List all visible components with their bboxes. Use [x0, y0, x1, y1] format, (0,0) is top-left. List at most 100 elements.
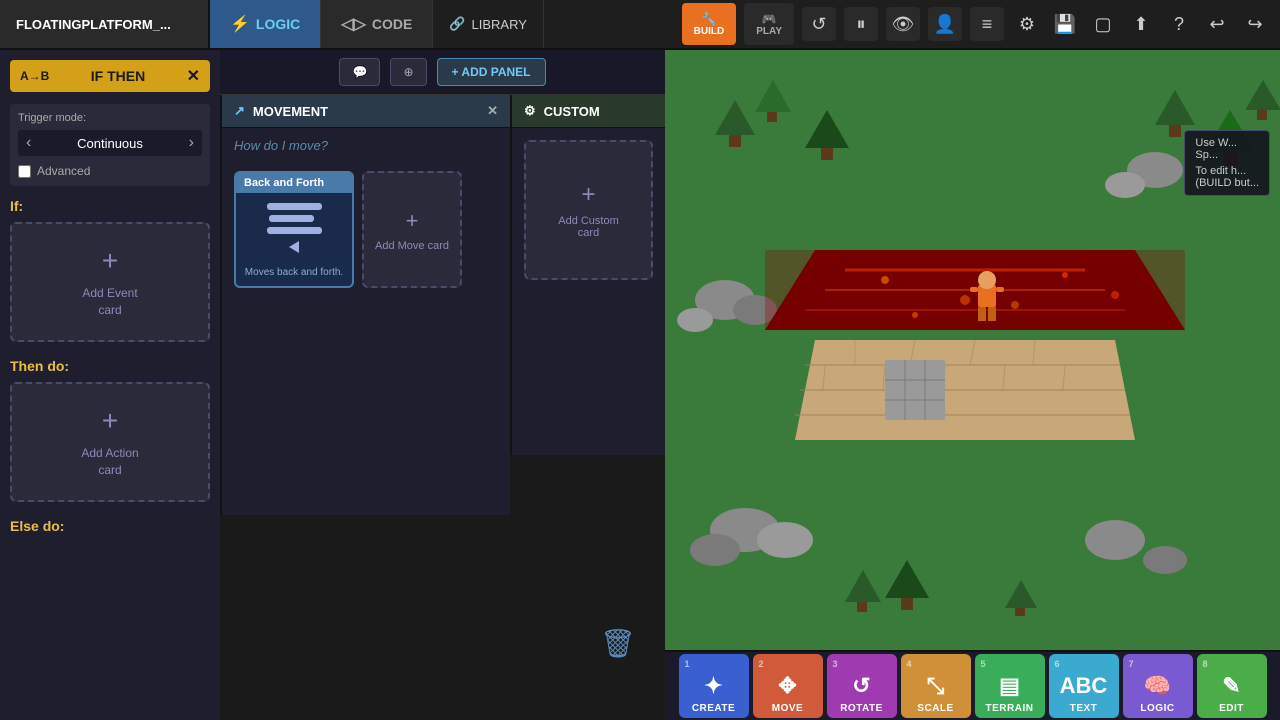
tool-num-2: 3	[833, 659, 838, 669]
tool-num-3: 4	[907, 659, 912, 669]
gear-icon[interactable]: ⚙	[1010, 7, 1044, 41]
tooltip-box: Use W... Sp... To edit h... (BUILD but..…	[1184, 130, 1270, 196]
top-bar: FLOATINGPLATFORM_... ⚡ LOGIC ◁▷ CODE 🔗 L…	[0, 0, 1280, 50]
question-icon[interactable]: ?	[1162, 7, 1196, 41]
tool-label-4: TERRAIN	[986, 703, 1034, 714]
top-icons-group: 🔧 BUILD 🎮 PLAY ↺ ⏸ 👁 👤 ≡ ⚙ 💾 ▢ ⬆ ? ↩ ↪	[672, 3, 1280, 45]
game-view: Use W... Sp... To edit h... (BUILD but..…	[665, 50, 1280, 670]
advanced-label[interactable]: Advanced	[37, 164, 90, 178]
tool-edit-button[interactable]: 8 ✎ EDIT	[1197, 654, 1267, 718]
library-button[interactable]: 🔗 LIBRARY	[433, 0, 544, 48]
tool-label-3: SCALE	[917, 703, 953, 714]
trigger-next-button[interactable]: ›	[189, 134, 194, 152]
target-icon: ⊕	[403, 65, 413, 79]
target-button[interactable]: ⊕	[390, 58, 426, 86]
add-move-card-label: Add Move card	[375, 240, 449, 252]
card-description: Moves back and forth.	[236, 263, 352, 286]
tool-terrain-button[interactable]: 5 ▤ TERRAIN	[975, 654, 1045, 718]
add-event-card-button[interactable]: + Add Eventcard	[10, 222, 210, 342]
tool-scale-button[interactable]: 4 ⤡ SCALE	[901, 654, 971, 718]
if-then-header[interactable]: A→B IF THEN ✕	[10, 60, 210, 92]
add-custom-card-label: Add Customcard	[558, 215, 619, 239]
redo-icon[interactable]: ↪	[1238, 7, 1272, 41]
chart-icon: ↗	[234, 103, 245, 119]
refresh-button[interactable]: ↺	[802, 7, 836, 41]
bottom-toolbar: 1 ✦ CREATE 2 ✥ MOVE 3 ↺ ROTATE 4 ⤡ SCALE…	[665, 650, 1280, 720]
tool-rotate-button[interactable]: 3 ↺ ROTATE	[827, 654, 897, 718]
tool-label-5: TEXT	[1070, 703, 1098, 714]
trash-button[interactable]: 🗑	[600, 627, 636, 660]
plus-icon-3: +	[406, 208, 419, 234]
tool-icon-2: ↺	[852, 673, 870, 699]
add-custom-card-button[interactable]: + Add Customcard	[524, 140, 653, 280]
tool-icon-6: 🧠	[1144, 673, 1171, 699]
trigger-nav: ‹ Continuous ›	[18, 130, 202, 156]
trigger-prev-button[interactable]: ‹	[26, 134, 31, 152]
plus-icon-2: +	[102, 405, 118, 437]
tool-move-button[interactable]: 2 ✥ MOVE	[753, 654, 823, 718]
tool-num-5: 6	[1055, 659, 1060, 669]
movement-panel-header: ↗ MOVEMENT ✕	[222, 95, 510, 128]
add-event-card-label: Add Eventcard	[82, 285, 137, 319]
close-movement-button[interactable]: ✕	[487, 103, 498, 119]
tool-label-1: MOVE	[772, 703, 803, 714]
add-panel-button[interactable]: + ADD PANEL	[437, 58, 546, 86]
tool-icon-5: ABC	[1060, 673, 1108, 699]
tool-label-0: CREATE	[692, 703, 735, 714]
back-and-forth-card[interactable]: Back and Forth Moves back and forth.	[234, 171, 354, 288]
window-icon[interactable]: ▢	[1086, 7, 1120, 41]
library-icon: 🔗	[449, 16, 465, 32]
movement-cards-area: Back and Forth Moves back and forth. + A…	[222, 163, 510, 296]
card-visual	[236, 193, 352, 263]
tool-num-1: 2	[759, 659, 764, 669]
add-move-card-button[interactable]: + Add Move card	[362, 171, 462, 288]
tool-create-button[interactable]: 1 ✦ CREATE	[679, 654, 749, 718]
tool-icon-1: ✥	[778, 673, 796, 699]
eye-button[interactable]: 👁	[886, 7, 920, 41]
code-icon: ◁▷	[341, 14, 366, 34]
trigger-mode-label: Trigger mode:	[18, 112, 202, 124]
add-action-card-button[interactable]: + Add Actioncard	[10, 382, 210, 502]
gamepad-icon: 🎮	[762, 12, 777, 26]
tool-num-7: 8	[1203, 659, 1208, 669]
if-label: If:	[10, 198, 210, 214]
custom-panel-header: ⚙ CUSTOM	[512, 95, 665, 128]
pause-button[interactable]: ⏸	[844, 7, 878, 41]
else-label: Else do:	[10, 518, 210, 534]
trash-icon: 🗑	[600, 628, 636, 659]
undo-icon[interactable]: ↩	[1200, 7, 1234, 41]
then-label: Then do:	[10, 358, 210, 374]
tool-icon-7: ✎	[1222, 673, 1240, 699]
menu-button[interactable]: ≡	[970, 7, 1004, 41]
custom-panel: ⚙ CUSTOM + Add Customcard	[510, 95, 665, 455]
advanced-checkbox-row: Advanced	[18, 164, 202, 178]
tool-logic-button[interactable]: 7 🧠 LOGIC	[1123, 654, 1193, 718]
chat-icon: 💬	[352, 65, 367, 79]
tool-label-6: LOGIC	[1140, 703, 1174, 714]
upload-icon[interactable]: ⬆	[1124, 7, 1158, 41]
ab-icon: A→B	[20, 69, 49, 83]
wrench-icon: 🔧	[701, 12, 716, 26]
save-icon[interactable]: 💾	[1048, 7, 1082, 41]
tool-label-7: EDIT	[1219, 703, 1244, 714]
tool-num-6: 7	[1129, 659, 1134, 669]
build-button[interactable]: 🔧 BUILD	[682, 3, 737, 45]
card-title: Back and Forth	[236, 173, 352, 193]
add-action-card-label: Add Actioncard	[81, 445, 138, 479]
tab-code[interactable]: ◁▷ CODE	[321, 0, 433, 48]
advanced-checkbox[interactable]	[18, 165, 31, 178]
close-if-then-button[interactable]: ✕	[187, 66, 200, 86]
play-button[interactable]: 🎮 PLAY	[744, 3, 794, 45]
plus-icon: +	[102, 245, 118, 277]
tool-num-0: 1	[685, 659, 690, 669]
tool-text-button[interactable]: 6 ABC TEXT	[1049, 654, 1119, 718]
gear-icon-2: ⚙	[524, 103, 536, 119]
user-button[interactable]: 👤	[928, 7, 962, 41]
chat-button[interactable]: 💬	[339, 58, 380, 86]
tab-logic[interactable]: ⚡ LOGIC	[210, 0, 321, 48]
tool-num-4: 5	[981, 659, 986, 669]
tool-icon-0: ✦	[704, 673, 722, 699]
movement-question: How do I move?	[222, 128, 510, 163]
project-name: FLOATINGPLATFORM_...	[0, 0, 210, 48]
sub-toolbar: 💬 ⊕ + ADD PANEL	[220, 50, 665, 95]
